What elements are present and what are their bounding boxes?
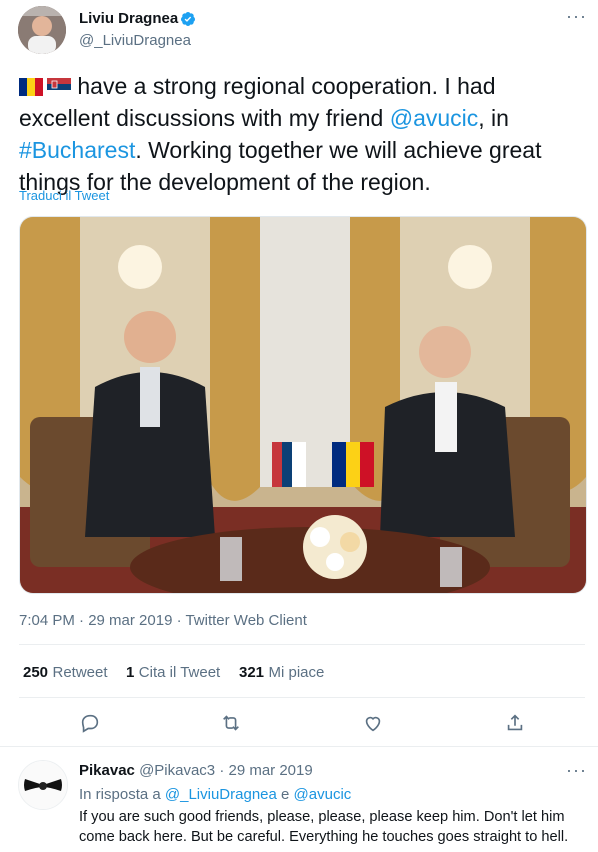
retweet-stat[interactable]: 250 Retweet — [23, 664, 108, 682]
in-reply-prefix: In risposta a — [79, 786, 161, 803]
hashtag-link[interactable]: #Bucharest — [19, 137, 135, 163]
tweet-text-part: , in — [478, 105, 509, 131]
author-avatar[interactable] — [18, 6, 66, 54]
reply-author-handle[interactable]: @Pikavac3 — [139, 762, 215, 779]
in-reply-user2-link[interactable]: @avucic — [294, 786, 352, 803]
author-handle[interactable]: @_LiviuDragnea — [79, 32, 191, 49]
in-reply-and: e — [281, 786, 290, 803]
reply-avatar[interactable] — [18, 760, 68, 810]
retweet-label: Retweet — [52, 664, 108, 681]
reply-header: Pikavac @Pikavac3 · 29 mar 2019 — [79, 762, 313, 779]
retweet-count: 250 — [23, 664, 49, 681]
romania-flag-icon — [19, 72, 43, 96]
like-count: 321 — [239, 664, 265, 681]
author-name[interactable]: Liviu Dragnea — [79, 10, 178, 27]
reply-icon[interactable] — [78, 711, 102, 735]
mention-link[interactable]: @avucic — [390, 105, 479, 131]
share-icon[interactable] — [503, 711, 527, 735]
quote-count: 1 — [126, 664, 135, 681]
divider — [0, 746, 598, 747]
reply-date[interactable]: · 29 mar 2019 — [219, 762, 312, 779]
retweet-icon[interactable] — [219, 711, 243, 735]
in-reply-to: In risposta a @_LiviuDragnea e @avucic — [79, 786, 351, 803]
like-stat[interactable]: 321 Mi piace — [239, 664, 324, 682]
in-reply-user1-link[interactable]: @_LiviuDragnea — [165, 786, 277, 803]
quote-stat[interactable]: 1 Cita il Tweet — [126, 664, 220, 682]
reply-author-name[interactable]: Pikavac — [79, 762, 135, 779]
more-options-icon[interactable]: ··· — [566, 6, 587, 27]
tweet-photo[interactable] — [19, 216, 587, 594]
tweet-timestamp[interactable]: 7:04 PM · 29 mar 2019 · Twitter Web Clie… — [19, 612, 307, 629]
like-icon[interactable] — [361, 711, 385, 735]
serbia-flag-icon — [47, 72, 71, 96]
like-label: Mi piace — [268, 664, 325, 681]
divider — [19, 697, 585, 698]
translate-tweet-link[interactable]: Traduci il Tweet — [19, 188, 109, 203]
reply-text: If you are such good friends, please, pl… — [79, 809, 569, 845]
divider — [19, 644, 585, 645]
verified-badge-icon — [180, 11, 196, 27]
quote-label: Cita il Tweet — [138, 664, 221, 681]
tweet-text: have a strong regional cooperation. I ha… — [19, 70, 579, 198]
reply-more-options-icon[interactable]: ··· — [566, 760, 587, 781]
